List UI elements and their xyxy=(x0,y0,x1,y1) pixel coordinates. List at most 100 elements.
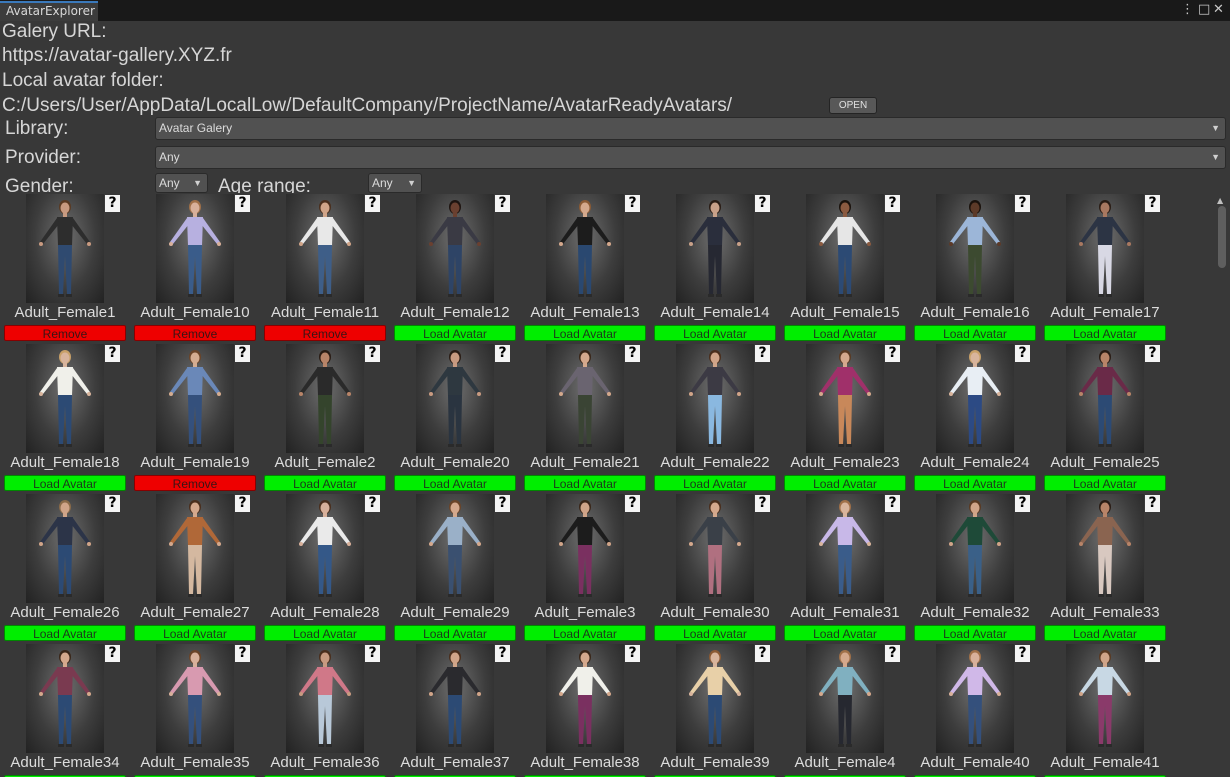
avatar-name: Adult_Female24 xyxy=(920,454,1030,471)
load-avatar-button[interactable]: Load Avatar xyxy=(524,625,646,641)
help-icon[interactable]: ? xyxy=(1015,495,1030,512)
help-icon[interactable]: ? xyxy=(105,345,120,362)
load-avatar-button[interactable]: Load Avatar xyxy=(394,475,516,491)
load-avatar-button[interactable]: Load Avatar xyxy=(264,625,386,641)
help-icon[interactable]: ? xyxy=(495,195,510,212)
avatar-card: ?Adult_Female40Load Avatar xyxy=(910,643,1040,777)
help-icon[interactable]: ? xyxy=(1145,195,1160,212)
help-icon[interactable]: ? xyxy=(1015,345,1030,362)
help-icon[interactable]: ? xyxy=(365,495,380,512)
help-icon[interactable]: ? xyxy=(1145,495,1160,512)
avatar-thumbnail xyxy=(1066,344,1144,453)
avatar-card: ? Adult_Female29 Load Avatar xyxy=(390,493,520,643)
help-icon[interactable]: ? xyxy=(495,345,510,362)
load-avatar-button[interactable]: Load Avatar xyxy=(4,625,126,641)
library-dropdown[interactable]: Avatar Galery ▼ xyxy=(155,117,1226,140)
avatar-name: Adult_Female32 xyxy=(920,604,1030,621)
help-icon[interactable]: ? xyxy=(105,645,120,662)
scrollbar-thumb[interactable] xyxy=(1218,206,1226,268)
kebab-menu-icon[interactable]: ⋮ xyxy=(1181,1,1194,19)
provider-dropdown[interactable]: Any ▼ xyxy=(155,146,1226,169)
help-icon[interactable]: ? xyxy=(885,195,900,212)
avatar-card: ?Adult_Female34Load Avatar xyxy=(0,643,130,777)
avatar-name: Adult_Female27 xyxy=(140,604,250,621)
help-icon[interactable]: ? xyxy=(235,645,250,662)
help-icon[interactable]: ? xyxy=(235,495,250,512)
gallery-url-value: https://avatar-gallery.XYZ.fr xyxy=(2,45,232,66)
help-icon[interactable]: ? xyxy=(1145,345,1160,362)
help-icon[interactable]: ? xyxy=(755,195,770,212)
avatar-name: Adult_Female29 xyxy=(400,604,510,621)
load-avatar-button[interactable]: Load Avatar xyxy=(784,475,906,491)
avatar-name: Adult_Female21 xyxy=(530,454,640,471)
help-icon[interactable]: ? xyxy=(885,645,900,662)
maximize-icon[interactable]: □ xyxy=(1198,1,1210,19)
load-avatar-button[interactable]: Load Avatar xyxy=(914,475,1036,491)
help-icon[interactable]: ? xyxy=(235,195,250,212)
avatar-card: ? Adult_Female23 Load Avatar xyxy=(780,343,910,493)
load-avatar-button[interactable]: Load Avatar xyxy=(914,325,1036,341)
load-avatar-button[interactable]: Load Avatar xyxy=(524,475,646,491)
avatar-thumbnail xyxy=(1066,494,1144,603)
load-avatar-button[interactable]: Load Avatar xyxy=(134,625,256,641)
help-icon[interactable]: ? xyxy=(365,645,380,662)
remove-avatar-button[interactable]: Remove xyxy=(134,475,256,491)
avatar-card: ? Adult_Female27 Load Avatar xyxy=(130,493,260,643)
load-avatar-button[interactable]: Load Avatar xyxy=(914,625,1036,641)
help-icon[interactable]: ? xyxy=(625,195,640,212)
load-avatar-button[interactable]: Load Avatar xyxy=(394,625,516,641)
load-avatar-button[interactable]: Load Avatar xyxy=(784,625,906,641)
help-icon[interactable]: ? xyxy=(755,495,770,512)
help-icon[interactable]: ? xyxy=(105,495,120,512)
avatar-thumbnail xyxy=(936,494,1014,603)
load-avatar-button[interactable]: Load Avatar xyxy=(654,475,776,491)
load-avatar-button[interactable]: Load Avatar xyxy=(1044,475,1166,491)
remove-avatar-button[interactable]: Remove xyxy=(264,325,386,341)
load-avatar-button[interactable]: Load Avatar xyxy=(394,325,516,341)
open-folder-button[interactable]: OPEN xyxy=(829,97,877,114)
remove-avatar-button[interactable]: Remove xyxy=(4,325,126,341)
local-folder-label: Local avatar folder: xyxy=(2,70,164,91)
load-avatar-button[interactable]: Load Avatar xyxy=(784,325,906,341)
close-icon[interactable]: ✕ xyxy=(1213,1,1224,19)
help-icon[interactable]: ? xyxy=(105,195,120,212)
avatar-name: Adult_Female22 xyxy=(660,454,770,471)
load-avatar-button[interactable]: Load Avatar xyxy=(4,475,126,491)
tab-avatar-explorer[interactable]: AvatarExplorer xyxy=(0,1,98,21)
scroll-up-arrow-icon[interactable]: ▲ xyxy=(1217,196,1223,205)
help-icon[interactable]: ? xyxy=(495,645,510,662)
help-icon[interactable]: ? xyxy=(625,345,640,362)
help-icon[interactable]: ? xyxy=(755,645,770,662)
age-range-dropdown[interactable]: Any ▼ xyxy=(368,173,422,193)
remove-avatar-button[interactable]: Remove xyxy=(134,325,256,341)
help-icon[interactable]: ? xyxy=(1145,645,1160,662)
library-label: Library: xyxy=(5,118,69,139)
help-icon[interactable]: ? xyxy=(885,345,900,362)
avatar-card: ?Adult_Female36Load Avatar xyxy=(260,643,390,777)
avatar-name: Adult_Female40 xyxy=(920,754,1030,771)
load-avatar-button[interactable]: Load Avatar xyxy=(654,625,776,641)
help-icon[interactable]: ? xyxy=(235,345,250,362)
avatar-name: Adult_Female16 xyxy=(920,304,1030,321)
avatar-name: Adult_Female20 xyxy=(400,454,510,471)
help-icon[interactable]: ? xyxy=(885,495,900,512)
help-icon[interactable]: ? xyxy=(495,495,510,512)
help-icon[interactable]: ? xyxy=(625,495,640,512)
load-avatar-button[interactable]: Load Avatar xyxy=(654,325,776,341)
load-avatar-button[interactable]: Load Avatar xyxy=(1044,625,1166,641)
help-icon[interactable]: ? xyxy=(365,195,380,212)
load-avatar-button[interactable]: Load Avatar xyxy=(1044,325,1166,341)
avatar-thumbnail xyxy=(806,194,884,303)
help-icon[interactable]: ? xyxy=(625,645,640,662)
vertical-scrollbar[interactable]: ▲ xyxy=(1214,193,1230,777)
help-icon[interactable]: ? xyxy=(1015,645,1030,662)
load-avatar-button[interactable]: Load Avatar xyxy=(524,325,646,341)
help-icon[interactable]: ? xyxy=(1015,195,1030,212)
help-icon[interactable]: ? xyxy=(365,345,380,362)
gender-value: Any xyxy=(159,176,180,190)
load-avatar-button[interactable]: Load Avatar xyxy=(264,475,386,491)
avatar-name: Adult_Female37 xyxy=(400,754,510,771)
avatar-thumbnail xyxy=(286,494,364,603)
help-icon[interactable]: ? xyxy=(755,345,770,362)
gender-dropdown[interactable]: Any ▼ xyxy=(155,173,208,193)
